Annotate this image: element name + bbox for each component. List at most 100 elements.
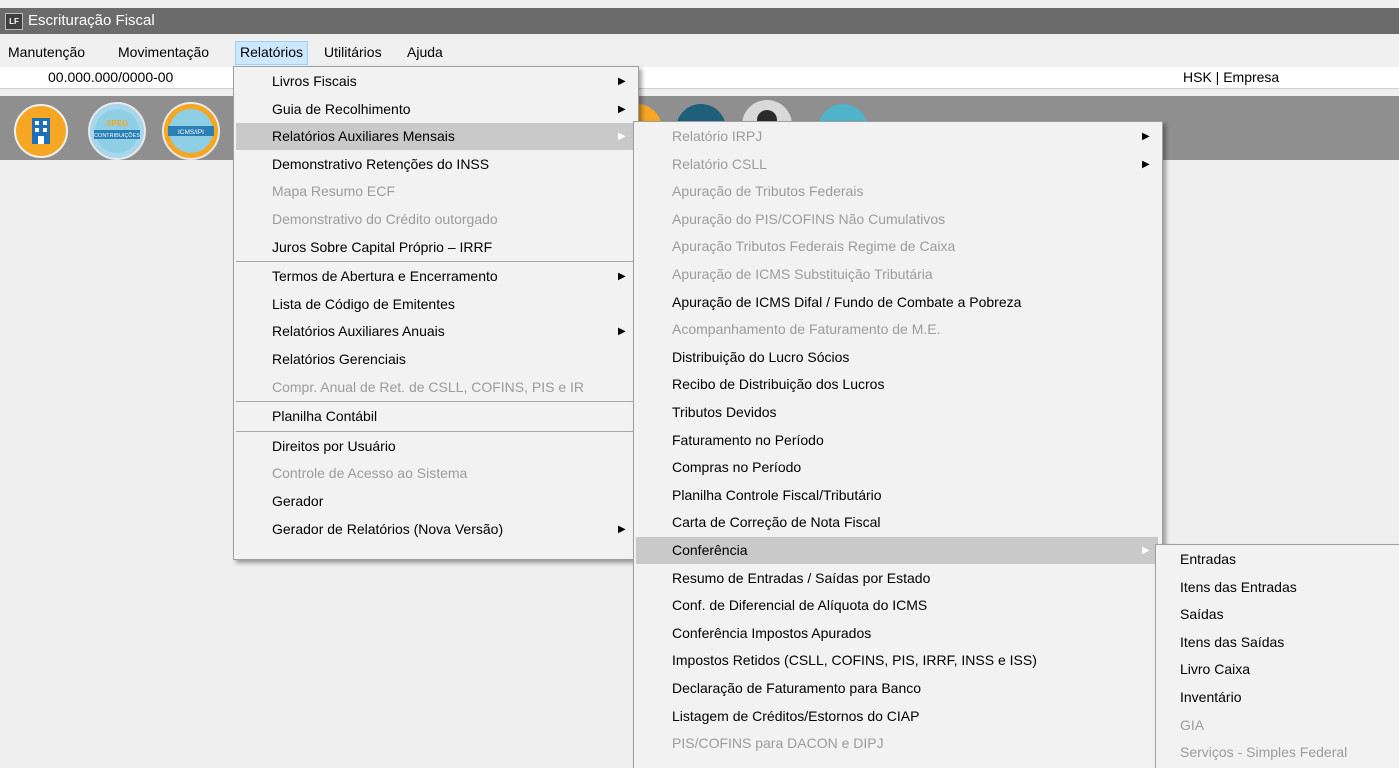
menu-item-conferencia[interactable]: Conferência ▶ [636,537,1158,564]
menu-item-label: Conferência Impostos Apurados [672,624,872,641]
menu-item-label: Apuração de Tributos Federais [672,183,864,200]
menu-item-apuracao-de-icms-difal-fundo-de-combate-a-pobreza[interactable]: Apuração de ICMS Difal / Fundo de Combat… [636,289,1158,316]
menu-item-label: Carta de Correção de Nota Fiscal [672,514,881,531]
menu-item-label: Relatórios Auxiliares Anuais [272,323,445,340]
menu-item-label: Distribuição do Lucro Sócios [672,348,850,365]
menu-item-label: Demonstrativo do Crédito outorgado [272,211,498,227]
menu-item-resumo-de-entradas-saidas-por-estado[interactable]: Resumo de Entradas / Saídas por Estado [636,565,1158,592]
menu-item-listagem-de-creditos-estornos-do-ciap[interactable]: Listagem de Créditos/Estornos do CIAP [636,703,1158,730]
menu-item-distribuicao-do-lucro-socios[interactable]: Distribuição do Lucro Sócios [636,344,1158,371]
menu-item-planilha-contabil[interactable]: Planilha Contábil [236,403,634,430]
menu-item-apuracao-de-tributos-federais: Apuração de Tributos Federais [636,178,1158,205]
menu-item-inventario[interactable]: Inventário [1158,684,1398,711]
menu-item-label: Inventário [1180,689,1242,705]
menu-item-label: Planilha Contábil [272,408,378,425]
submenu-arrow-icon: ▶ [618,523,626,535]
menu-item-label: Apuração de ICMS Substituição Tributária [672,266,933,282]
menu-item-impostos-retidos-csll-cofins-pis-irrf-inss-e-iss[interactable]: Impostos Retidos (CSLL, COFINS, PIS, IRR… [636,647,1158,674]
relatorios-menu: Livros Fiscais ▶ Guia de Recolhimento ▶ Rela… [233,66,639,560]
menu-item-juros-sobre-capital-proprio-irrf[interactable]: Juros Sobre Capital Próprio – IRRF [236,234,634,261]
relatorios-auxiliares-mensais-submenu: Relatório IRPJ ▶ Relatório CSLL ▶ Apuração d… [633,121,1163,768]
menu-item-saidas[interactable]: Saídas [1158,601,1398,628]
menu-item-controle-de-acesso-ao-sistema: Controle de Acesso ao Sistema [236,460,634,487]
menu-item-livros-fiscais[interactable]: Livros Fiscais ▶ [236,68,634,95]
submenu-arrow-icon: ▶ [1142,131,1150,142]
menu-item-compras-no-periodo[interactable]: Compras no Período [636,454,1158,481]
menu-item-demonstrativo-do-credito-outorgado: Demonstrativo do Crédito outorgado [236,206,634,233]
building-icon[interactable] [14,104,68,158]
menu-item-tributos-devidos[interactable]: Tributos Devidos [636,399,1158,426]
menu-item-label: Entradas [1180,551,1237,567]
menu-item-declaracao-de-faturamento-para-banco[interactable]: Declaração de Faturamento para Banco [636,675,1158,702]
menu-item-conferencia-impostos-apurados[interactable]: Conferência Impostos Apurados [636,620,1158,647]
menu-item-label: Mapa Resumo ECF [272,183,395,200]
menu-item-itens-das-saidas[interactable]: Itens das Saídas [1158,629,1398,656]
menu-item-label: Conf. de Diferencial de Alíquota do ICMS [672,597,928,614]
menu-item-demonstrativo-retencoes-do-inss[interactable]: Demonstrativo Retenções do INSS [236,151,634,178]
submenu-arrow-icon: ▶ [618,271,626,283]
menu-item-guia-de-recolhimento[interactable]: Guia de Recolhimento ▶ [236,96,634,123]
menu-item-pis-cofins-para-dacon-e-dipj: PIS/COFINS para DACON e DIPJ [636,730,1158,757]
menu-item-relatorios-auxiliares-mensais[interactable]: Relatórios Auxiliares Mensais ▶ [236,123,634,151]
menu-item-relatorios-gerenciais[interactable]: Relatórios Gerenciais [236,346,634,373]
menu-utilitarios[interactable]: Utilitários [320,42,386,64]
menu-item-apuracao-do-pis-cofins-nao-cumulativos: Apuração do PIS/COFINS Não Cumulativos [636,206,1158,233]
menu-item-carta-de-correcao-de-nota-fiscal[interactable]: Carta de Correção de Nota Fiscal [636,509,1158,536]
menu-item-relatorio-csll: Relatório CSLL ▶ [636,151,1158,178]
menu-item-termos-de-abertura-e-encerramento[interactable]: Termos de Abertura e Encerramento ▶ [236,263,634,290]
menu-bar: Manutenção Movimentação Relatórios Utili… [0,41,1399,65]
menu-item-label: Impostos Retidos (CSLL, COFINS, PIS, IRR… [672,652,1037,669]
menu-item-label: Listagem de Créditos/Estornos do CIAP [672,707,920,724]
menu-item-label: Serviços - Simples Federal [1180,744,1348,761]
menu-item-label: Relatório CSLL [672,155,767,172]
menu-item-relatorios-auxiliares-anuais[interactable]: Relatórios Auxiliares Anuais ▶ [236,318,634,345]
submenu-arrow-icon: ▶ [618,76,626,87]
menu-item-gerador[interactable]: Gerador [236,488,634,515]
menu-item-label: Apuração Tributos Federais Regime de Cai… [672,238,956,255]
menu-item-lista-de-codigo-de-emitentes[interactable]: Lista de Código de Emitentes [236,291,634,318]
menu-item-label: Controle de Acesso ao Sistema [272,465,468,482]
menu-item-apuracao-tributos-federais-regime-de-caixa: Apuração Tributos Federais Regime de Cai… [636,233,1158,260]
menu-item-compr-anual-de-ret-de-csll-cofins-pis-e-ir: Compr. Anual de Ret. de CSLL, COFINS, PI… [236,374,634,401]
menu-item-label: Demonstrativo Retenções do INSS [272,155,490,172]
menu-item-label: GIA [1180,716,1205,733]
menu-item-label: Compr. Anual de Ret. de CSLL, COFINS, PI… [272,378,585,395]
menu-item-conf-de-diferencial-de-aliquota-do-icms[interactable]: Conf. de Diferencial de Alíquota do ICMS [636,592,1158,619]
menu-item-entradas[interactable]: Entradas [1158,546,1398,573]
menu-item-label: Relatórios Auxiliares Mensais [272,128,455,145]
menu-manutencao[interactable]: Manutenção [4,42,89,64]
menu-separator [236,261,634,263]
menu-item-gerador-de-relatorios-nova-versao[interactable]: Gerador de Relatórios (Nova Versão) ▶ [236,516,634,543]
menu-item-itens-das-entradas[interactable]: Itens das Entradas [1158,574,1398,601]
icms-ipi-icon[interactable]: ICMS/IPI [162,102,220,160]
icms-text: ICMS/IPI [178,129,204,136]
menu-item-acompanhamento-de-faturamento-de-m-e: Acompanhamento de Faturamento de M.E. [636,316,1158,343]
menu-item-label: Direitos por Usuário [272,437,396,454]
sped-sub-text: CONTRIBUIÇÕES [94,132,140,139]
menu-item-label: Termos de Abertura e Encerramento [272,268,498,285]
menu-item-recibo-de-distribuicao-dos-lucros[interactable]: Recibo de Distribuição dos Lucros [636,371,1158,398]
menu-item-label: Tributos Devidos [672,404,777,420]
menu-item-faturamento-no-periodo[interactable]: Faturamento no Período [636,427,1158,454]
menu-item-label: Saídas [1180,606,1224,623]
menu-item-label: Relatórios Gerenciais [272,351,406,367]
menu-movimentacao[interactable]: Movimentação [114,42,213,64]
menu-item-label: Apuração de ICMS Difal / Fundo de Combat… [672,293,1022,310]
menu-item-direitos-por-usuario[interactable]: Direitos por Usuário [236,433,634,460]
menu-item-label: Livro Caixa [1180,661,1251,678]
cnpj-label: 00.000.000/0000-00 [48,69,174,85]
menu-item-label: Conferência [672,542,748,558]
menu-item-label: Acompanhamento de Faturamento de M.E. [672,321,941,338]
submenu-arrow-icon: ▶ [618,131,626,143]
menu-relatorios[interactable]: Relatórios [235,41,309,65]
menu-item-livro-caixa[interactable]: Livro Caixa [1158,656,1398,683]
menu-item-planilha-controle-fiscal-tributario[interactable]: Planilha Controle Fiscal/Tributário [636,482,1158,509]
sped-contribuicoes-icon[interactable]: SPED CONTRIBUIÇÕES [88,102,146,160]
submenu-arrow-icon: ▶ [1142,545,1150,556]
menu-item-label: Faturamento no Período [672,431,824,448]
menu-item-mapa-resumo-ecf: Mapa Resumo ECF [236,178,634,205]
menu-item-label: Declaração de Faturamento para Banco [672,680,922,696]
menu-item-label: Itens das Saídas [1180,633,1285,650]
menu-item-label: Gerador [272,493,324,509]
menu-ajuda[interactable]: Ajuda [403,42,447,64]
